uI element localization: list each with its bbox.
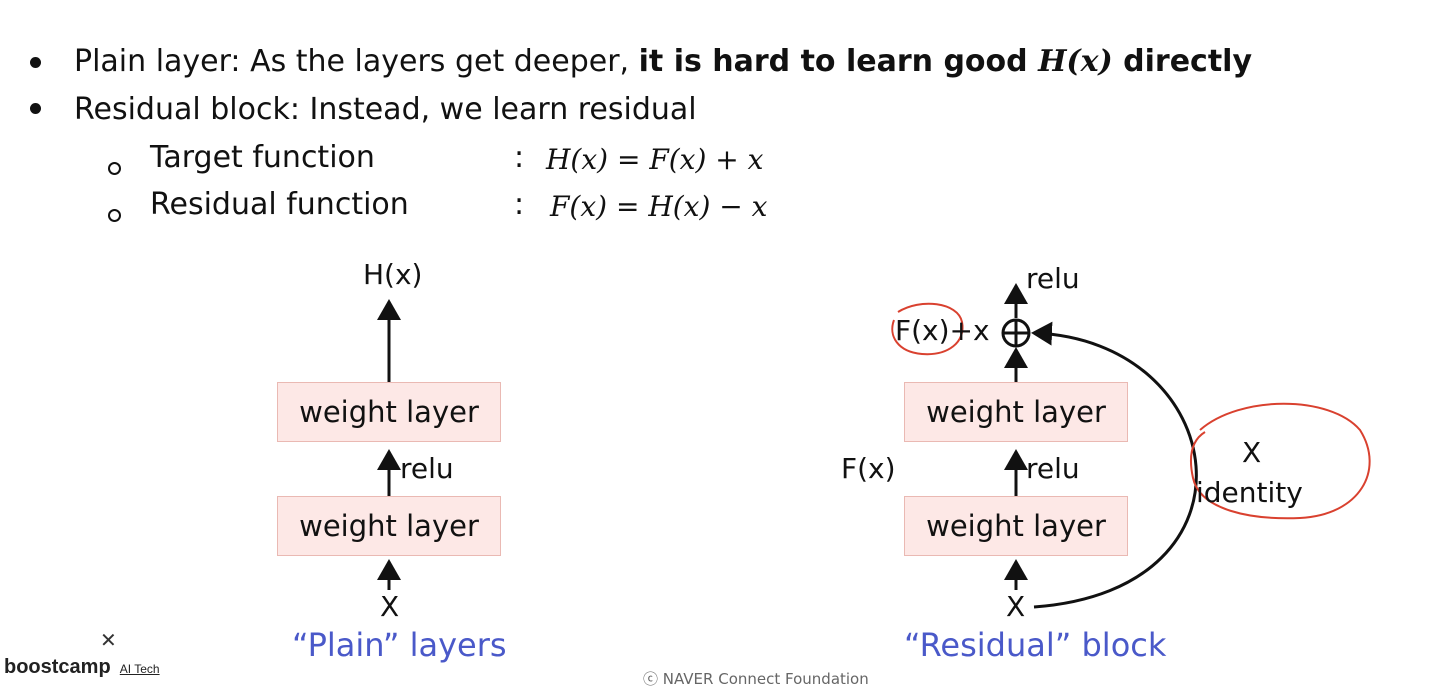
brand-name: boostcamp (4, 656, 111, 678)
residual-caption: “Residual” block (904, 626, 1167, 664)
brand-suffix: AI Tech (119, 662, 160, 676)
plain-input-label: X (380, 590, 400, 623)
residual-top-weight-layer: weight layer (904, 382, 1128, 442)
residual-output-relu-label: relu (1026, 262, 1080, 295)
residual-branch-label: F(x) (841, 452, 896, 485)
plain-bottom-weight-layer: weight layer (277, 496, 501, 556)
identity-x-label: X (1242, 436, 1262, 469)
residual-bottom-weight-layer: weight layer (904, 496, 1128, 556)
plain-top-weight-layer: weight layer (277, 382, 501, 442)
brand-logo: boostcamp AI Tech (4, 656, 160, 679)
plain-relu-label: relu (400, 452, 454, 485)
brand-mark-icon: ✕ (100, 628, 117, 652)
residual-input-label: X (1006, 590, 1026, 623)
identity-label: identity (1196, 476, 1303, 509)
plain-caption: “Plain” layers (292, 626, 507, 664)
plain-output-label: H(x) (363, 258, 423, 291)
footer-copyright: ⓒ NAVER Connect Foundation (643, 670, 869, 688)
diagram-connectors (377, 283, 1371, 609)
sum-label: F(x)+x (895, 314, 990, 347)
residual-relu-label: relu (1026, 452, 1080, 485)
